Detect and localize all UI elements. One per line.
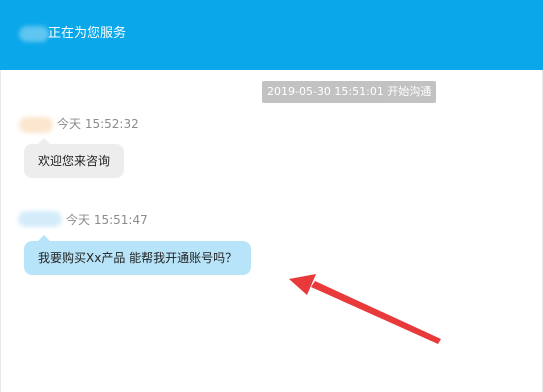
red-arrow-icon: [289, 274, 441, 344]
